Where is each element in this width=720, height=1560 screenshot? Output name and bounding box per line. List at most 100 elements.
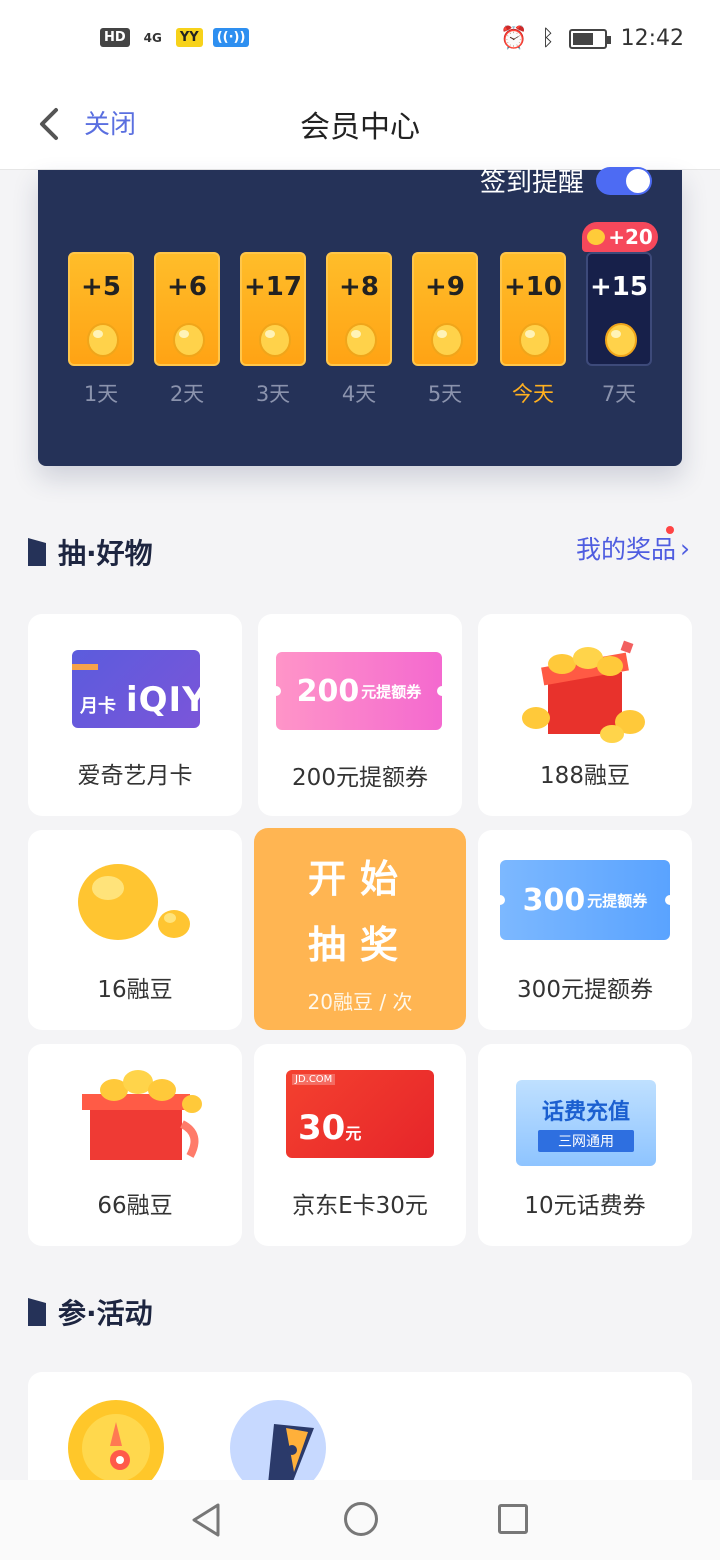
day-card-bonus: +15	[586, 252, 652, 366]
section-header-lottery: 抽·好物	[28, 532, 153, 572]
day-label: 4天	[341, 382, 377, 406]
jd-amount-unit: 元	[345, 1124, 362, 1143]
prize-jd-card[interactable]: JD.COM 30元 京东E卡30元	[254, 1044, 466, 1246]
signin-day-2[interactable]: +6 2天	[154, 252, 220, 408]
bean-icon	[605, 323, 637, 357]
jd-amount: 30元	[298, 1108, 361, 1148]
pen-activity-icon[interactable]	[228, 1398, 328, 1484]
day-label-today: 今天	[512, 382, 554, 406]
voucher-unit: 元提额券	[361, 682, 422, 701]
jd-amount-number: 30	[298, 1108, 346, 1148]
bean-icon	[87, 323, 119, 357]
nav-back-icon[interactable]	[190, 1502, 224, 1538]
my-prizes-link[interactable]: 我的奖品 ›	[576, 526, 690, 566]
day-card: +9	[412, 252, 478, 366]
prize-300-voucher[interactable]: 300 元提额券 300元提额券	[478, 830, 692, 1030]
signin-reminder-toggle[interactable]	[596, 166, 652, 195]
signin-reminder: 签到提醒	[480, 162, 652, 199]
iqiyi-month-text: 月卡	[80, 696, 116, 717]
day-card: +8	[326, 252, 392, 366]
prize-label: 爱奇艺月卡	[77, 763, 193, 789]
ticket-notch	[495, 895, 505, 905]
status-right: ⏰ ᛒ 12:42	[500, 26, 684, 51]
day-card: +5	[68, 252, 134, 366]
prize-188-beans[interactable]: 188融豆	[478, 614, 692, 816]
signal-icon: 4G	[143, 30, 162, 45]
bonus-badge: +20	[582, 222, 658, 252]
section-header-activities: 参·活动	[28, 1292, 153, 1332]
jd-logo: JD.COM	[292, 1074, 336, 1085]
ticket-notch	[437, 686, 447, 696]
day-amount: +17	[244, 272, 302, 302]
prize-label: 300元提额券	[517, 977, 653, 1003]
ticket-notch	[271, 686, 281, 696]
prize-16-beans[interactable]: 16融豆	[28, 830, 242, 1030]
day-card: +6	[154, 252, 220, 366]
section-marker-icon	[28, 538, 46, 566]
voucher-300-image: 300 元提额券	[495, 860, 675, 940]
day-label: 7天	[601, 382, 637, 406]
signin-day-4[interactable]: +8 4天	[326, 252, 392, 408]
prize-phone-voucher[interactable]: 话费充值 三网通用 10元话费券	[478, 1044, 692, 1246]
gift-box-icon	[522, 640, 645, 743]
nav-home-icon[interactable]	[344, 1502, 378, 1536]
yy-app-icon: YY	[175, 28, 203, 47]
day-amount: +10	[504, 272, 562, 302]
status-time: 12:42	[620, 26, 684, 51]
bluetooth-icon: ᛒ	[541, 26, 555, 51]
voucher-amount: 300	[522, 882, 586, 918]
day-amount: +5	[81, 272, 121, 302]
battery-icon	[568, 28, 611, 49]
system-nav-bar	[0, 1480, 720, 1560]
signin-days: +5 1天 +6 2天 +17 3天 +8 4天 +9 5天 +10 今天 +1…	[68, 252, 652, 412]
section-title: 抽·好物	[58, 537, 153, 570]
day-card: +17	[240, 252, 306, 366]
gift-box-icon	[82, 1070, 202, 1160]
nav-recents-icon[interactable]	[498, 1504, 528, 1534]
prize-66-beans[interactable]: 66融豆	[28, 1044, 242, 1246]
signin-reminder-label: 签到提醒	[479, 168, 584, 198]
bean-icon	[173, 323, 205, 357]
signin-day-3[interactable]: +17 3天	[240, 252, 306, 408]
section-title: 参·活动	[58, 1297, 153, 1330]
prize-label: 200元提额券	[292, 765, 428, 791]
day-label: 1天	[83, 382, 119, 406]
bean-icon	[431, 323, 463, 357]
signin-day-5[interactable]: +9 5天	[412, 252, 478, 408]
phone-voucher-sub: 三网通用	[538, 1130, 634, 1152]
jd-card-image: JD.COM 30元	[286, 1070, 434, 1158]
bean-icon	[259, 323, 291, 357]
coin-icon	[587, 229, 606, 245]
signin-day-6-today[interactable]: +10 今天	[500, 252, 566, 408]
notification-dot	[666, 526, 674, 534]
prize-label: 188融豆	[540, 763, 630, 789]
phone-voucher-image: 话费充值 三网通用	[516, 1080, 656, 1166]
day-amount: +15	[590, 272, 648, 302]
voucher-unit: 元提额券	[587, 891, 648, 910]
draw-title-line1: 开始	[307, 857, 412, 901]
nav-bar: 关闭 会员中心	[0, 84, 720, 170]
day-amount: +6	[167, 272, 207, 302]
signin-day-7[interactable]: +15 7天	[586, 252, 652, 408]
start-draw-button[interactable]: 开始 抽奖 20融豆 / 次	[254, 828, 466, 1030]
signin-panel: 签到提醒 +5 1天 +6 2天 +17 3天 +8 4天 +9 5天 +10 …	[38, 166, 682, 466]
day-label: 2天	[169, 382, 205, 406]
draw-title-line2: 抽奖	[307, 923, 412, 967]
status-bar: HD 4G YY ((·)) ⏰ ᛒ 12:42	[0, 0, 720, 84]
prize-200-voucher[interactable]: 200 元提额券 200元提额券	[258, 614, 462, 816]
compass-activity-icon[interactable]	[66, 1398, 166, 1484]
bean-icon	[78, 864, 190, 940]
phone-voucher-title: 话费充值	[541, 1100, 630, 1125]
day-amount: +9	[425, 272, 465, 302]
day-label: 5天	[427, 382, 463, 406]
bonus-amount: +20	[608, 225, 653, 249]
day-card: +10	[500, 252, 566, 366]
card-stripe	[72, 664, 98, 670]
toggle-knob	[626, 168, 650, 193]
prize-label: 66融豆	[97, 1193, 173, 1219]
draw-cost: 20融豆 / 次	[307, 990, 413, 1014]
prize-iqiyi-month-card[interactable]: 月卡 iQIY 爱奇艺月卡	[28, 614, 242, 816]
day-label: 3天	[255, 382, 291, 406]
prize-label: 京东E卡30元	[292, 1193, 428, 1219]
signin-day-1[interactable]: +5 1天	[68, 252, 134, 408]
